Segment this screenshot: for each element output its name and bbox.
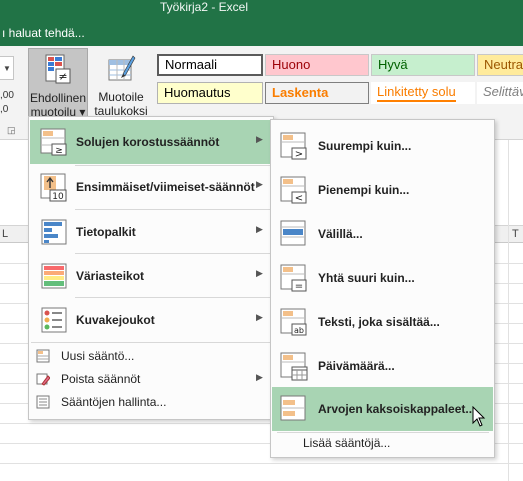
style-normaali[interactable]: Normaali [157, 54, 263, 76]
between-icon [280, 220, 306, 246]
manage-rules-icon [36, 395, 50, 409]
highlight-cells-icon: ≥ [40, 128, 67, 156]
icon-sets-icon [41, 307, 67, 333]
menu-item-label: Kuvakejoukot [76, 313, 155, 327]
top-bottom-icon: 10 [40, 173, 67, 202]
column-line [508, 140, 509, 481]
chevron-right-icon: ▶ [256, 224, 263, 234]
menu-item-color-scales[interactable]: Väriasteikot ▶ [30, 254, 272, 298]
menu-item-new-rule[interactable]: Uusi sääntö... [30, 345, 272, 367]
cell-styles-gallery: Normaali Huono Hyvä Neutraali Huomautus … [157, 54, 523, 114]
conditional-formatting-icon: ≠ [45, 54, 71, 84]
submenu-item-label: Välillä... [318, 227, 363, 241]
menu-item-data-bars[interactable]: Tietopalkit ▶ [30, 210, 272, 254]
chevron-right-icon: ▶ [256, 268, 263, 278]
conditional-formatting-button[interactable]: ≠ Ehdollinen muotoilu ▾ [28, 48, 88, 124]
chevron-right-icon: ▶ [256, 372, 263, 382]
menu-separator [31, 342, 271, 343]
new-rule-icon [36, 349, 50, 363]
submenu-item-equal-to[interactable]: = Yhtä suuri kuin... [272, 256, 493, 300]
submenu-item-less-than[interactable]: < Pienempi kuin... [272, 168, 493, 212]
submenu-item-label: Päivämäärä... [318, 359, 395, 373]
svg-text:≠: ≠ [58, 70, 67, 83]
text-contains-icon: ab [280, 308, 307, 336]
svg-text:<: < [295, 193, 303, 204]
dialog-launcher-icon[interactable]: ◲ [7, 125, 16, 136]
submenu-item-between[interactable]: Välillä... [272, 212, 493, 256]
submenu-item-label: Suurempi kuin... [318, 139, 412, 153]
style-hyva[interactable]: Hyvä [371, 54, 475, 76]
color-scales-icon [41, 263, 67, 289]
window-title: Työkirja2 - Excel [160, 0, 249, 14]
increase-decimal-label[interactable]: ,00 [0, 90, 14, 101]
submenu-item-date-occurring[interactable]: Päivämäärä... [272, 344, 493, 388]
style-laskenta[interactable]: Laskenta [265, 82, 369, 104]
style-linkitetty-solu-label: Linkitetty solu [377, 84, 456, 102]
format-as-table-label: Muotoile [98, 90, 144, 104]
title-bar: Työkirja2 - Excel [0, 0, 523, 20]
menu-item-manage-rules[interactable]: Sääntöjen hallinta... [30, 391, 272, 413]
date-occurring-icon [280, 352, 308, 381]
menu-item-label: Väriasteikot [76, 269, 145, 283]
menu-item-top-bottom-rules[interactable]: 10 Ensimmäiset/viimeiset-säännöt ▶ [30, 165, 272, 209]
format-as-table-button[interactable]: Muotoile taulukoksi ▾ [90, 48, 152, 132]
format-as-table-icon [108, 55, 136, 81]
submenu-item-label: Teksti, joka sisältää... [318, 315, 440, 329]
svg-text:10: 10 [52, 192, 64, 202]
data-bars-icon [41, 219, 67, 245]
less-than-icon: < [280, 176, 307, 204]
style-huono[interactable]: Huono [265, 54, 369, 76]
submenu-item-label: Arvojen kaksoiskappaleet... [318, 402, 476, 416]
more-rules-link[interactable]: Lisää sääntöjä... [303, 436, 390, 450]
svg-text:ab: ab [294, 326, 304, 335]
style-selittava[interactable]: Selittävä [477, 82, 523, 104]
menu-item-highlight-cells-rules[interactable]: ≥ Solujen korostussäännöt ▶ [30, 120, 272, 164]
mouse-cursor-icon [472, 406, 486, 427]
greater-than-icon: > [280, 132, 307, 160]
row-line [0, 463, 523, 464]
column-header-t[interactable]: T [512, 228, 519, 240]
svg-text:=: = [295, 281, 303, 292]
submenu-item-greater-than[interactable]: > Suurempi kuin... [272, 124, 493, 168]
menu-separator [277, 432, 489, 433]
conditional-formatting-menu: ≥ Solujen korostussäännöt ▶ 10 Ensimmäis… [28, 116, 274, 420]
menu-item-label: Poista säännöt [61, 372, 141, 386]
menu-item-label: Ensimmäiset/viimeiset-säännöt [76, 180, 255, 194]
svg-text:>: > [295, 149, 303, 160]
submenu-item-text-contains[interactable]: ab Teksti, joka sisältää... [272, 300, 493, 344]
style-linkitetty-solu[interactable]: Linkitetty solu [371, 82, 475, 104]
chevron-down-icon[interactable]: ▼ [3, 64, 11, 73]
menu-item-icon-sets[interactable]: Kuvakejoukot ▶ [30, 298, 272, 342]
conditional-formatting-label: Ehdollinen [29, 91, 87, 105]
svg-text:≥: ≥ [55, 146, 63, 156]
duplicate-values-icon [280, 395, 306, 421]
chevron-right-icon: ▶ [256, 179, 263, 189]
style-huomautus[interactable]: Huomautus [157, 82, 263, 104]
menu-item-clear-rules[interactable]: Poista säännöt ▶ [30, 368, 272, 390]
submenu-item-duplicate-values[interactable]: Arvojen kaksoiskappaleet... [272, 387, 493, 431]
chevron-right-icon: ▶ [256, 312, 263, 322]
menu-item-label: Solujen korostussäännöt [76, 135, 220, 149]
menu-item-label: Uusi sääntö... [61, 349, 135, 363]
submenu-item-label: Pienempi kuin... [318, 183, 410, 197]
menu-item-label: Tietopalkit [76, 225, 136, 239]
menu-item-label: Sääntöjen hallinta... [61, 395, 167, 409]
submenu-item-label: Yhtä suuri kuin... [318, 271, 415, 285]
clear-rules-icon [36, 373, 50, 386]
tell-me-text[interactable]: ı haluat tehdä... [2, 26, 85, 40]
decrease-decimal-label[interactable]: ,0 [0, 104, 8, 115]
column-header-l[interactable]: L [2, 228, 8, 240]
style-neutraali[interactable]: Neutraali [477, 54, 523, 76]
equal-to-icon: = [280, 264, 307, 292]
highlight-cells-submenu: > Suurempi kuin... < Pienempi kuin... Vä… [270, 119, 495, 458]
chevron-right-icon: ▶ [256, 134, 263, 144]
tell-me-bar[interactable]: ı haluat tehdä... [0, 20, 523, 46]
